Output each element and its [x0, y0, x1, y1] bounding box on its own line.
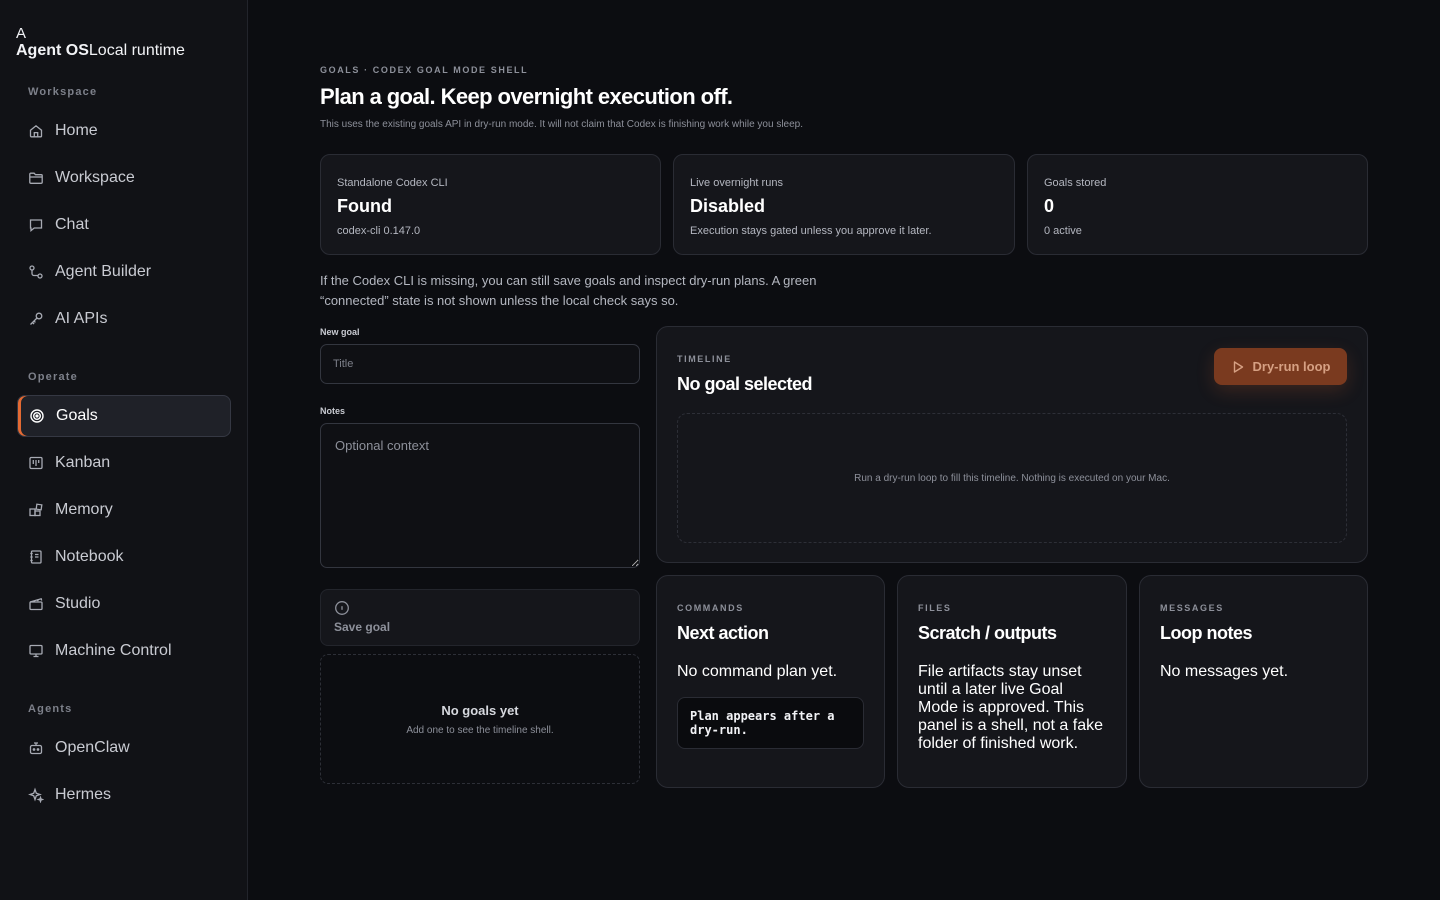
sidebar-item-kanban[interactable]: Kanban [17, 442, 231, 484]
play-icon [1233, 360, 1243, 373]
sidebar-item-openclaw[interactable]: OpenClaw [17, 727, 231, 769]
new-goal-label: New goal [320, 327, 360, 337]
stat-detail: Execution stays gated unless you approve… [690, 225, 932, 237]
timeline-panel: TIMELINE No goal selected Dry-run loop R… [656, 326, 1368, 563]
sidebar-item-label: AI APIs [55, 310, 108, 327]
plus-circle-icon [335, 601, 349, 615]
sidebar-item-notebook[interactable]: Notebook [17, 536, 231, 578]
nodes-icon [29, 265, 43, 279]
goals-empty-state: No goals yet Add one to see the timeline… [320, 654, 640, 784]
commands-body: No command plan yet. [677, 663, 838, 680]
sidebar-item-label: Hermes [55, 786, 112, 803]
messages-eyebrow: MESSAGES [1160, 603, 1224, 613]
sidebar-item-label: Agent Builder [55, 263, 152, 280]
commands-panel: COMMANDS Next action No command plan yet… [656, 575, 885, 788]
kanban-icon [29, 456, 43, 470]
sparkle-icon [28, 787, 44, 803]
stat-value: 0 [1044, 196, 1055, 216]
notes-textarea[interactable] [320, 423, 640, 568]
files-title: Scratch / outputs [918, 623, 1057, 643]
sidebar-item-label: Workspace [55, 169, 135, 186]
save-goal-label: Save goal [334, 620, 391, 634]
section-label-workspace: Workspace [28, 86, 98, 98]
sidebar-item-label: Kanban [55, 454, 111, 471]
notebook-icon [30, 550, 42, 564]
key-icon [30, 312, 43, 325]
target-icon [30, 409, 44, 423]
stat-card-codex-cli: Standalone Codex CLI Found codex-cli 0.1… [320, 154, 661, 255]
dry-run-loop-button[interactable]: Dry-run loop [1214, 348, 1347, 385]
studio-icon [29, 597, 43, 611]
sidebar-item-home[interactable]: Home [17, 110, 231, 152]
stat-value: Found [337, 196, 392, 216]
sidebar-item-memory[interactable]: Memory [17, 489, 231, 531]
section-label-agents: Agents [28, 703, 73, 715]
stat-label: Live overnight runs [690, 177, 783, 189]
brand: A Agent OSLocal runtime [16, 26, 185, 60]
notes-label: Notes [320, 406, 346, 416]
stat-detail: codex-cli 0.147.0 [337, 225, 421, 237]
sidebar-item-agent-builder[interactable]: Agent Builder [17, 251, 231, 293]
messages-panel: MESSAGES Loop notes No messages yet. [1139, 575, 1368, 788]
sidebar-item-label: Machine Control [55, 642, 172, 659]
commands-title: Next action [677, 623, 769, 643]
brand-mark: A [16, 25, 27, 42]
cli-hint: If the Codex CLI is missing, you can sti… [320, 273, 817, 308]
files-body: File artifacts stay unset until a later … [918, 663, 1104, 752]
sidebar-item-label: Memory [55, 501, 113, 518]
goal-title-input[interactable] [320, 344, 640, 384]
save-goal-button[interactable]: Save goal [320, 589, 640, 646]
page-subtitle: This uses the existing goals API in dry-… [320, 119, 803, 130]
messages-body: No messages yet. [1160, 663, 1289, 680]
section-label-operate: Operate [28, 371, 78, 383]
stat-label: Goals stored [1044, 177, 1107, 189]
monitor-icon [29, 644, 43, 658]
sidebar-item-label: Chat [55, 216, 89, 233]
sidebar-item-studio[interactable]: Studio [17, 583, 231, 625]
empty-goals-title: No goals yet [441, 703, 519, 718]
files-eyebrow: FILES [918, 603, 952, 613]
files-panel: FILES Scratch / outputs File artifacts s… [897, 575, 1127, 788]
sidebar: A Agent OSLocal runtime Workspace Home W… [0, 0, 248, 900]
stat-detail: 0 active [1044, 225, 1082, 237]
stat-value: Disabled [690, 196, 766, 216]
stat-card-overnight-runs: Live overnight runs Disabled Execution s… [673, 154, 1015, 255]
page-title: Plan a goal. Keep overnight execution of… [320, 84, 733, 109]
home-icon [29, 124, 43, 138]
dry-run-loop-label: Dry-run loop [1252, 359, 1331, 374]
chat-icon [29, 219, 43, 232]
command-plan-code: Plan appears after a dry-run. [677, 697, 864, 749]
sidebar-item-label: Notebook [55, 548, 124, 565]
sidebar-item-workspace[interactable]: Workspace [17, 157, 231, 199]
sidebar-item-ai-apis[interactable]: AI APIs [17, 298, 231, 340]
sidebar-item-chat[interactable]: Chat [17, 204, 231, 246]
messages-title: Loop notes [1160, 623, 1253, 643]
memory-icon [29, 503, 43, 517]
brand-name: Agent OS [16, 42, 89, 59]
sidebar-item-label: Goals [56, 407, 98, 424]
sidebar-item-label: Studio [55, 595, 101, 612]
robot-icon [29, 742, 43, 755]
sidebar-item-machine-control[interactable]: Machine Control [17, 630, 231, 672]
stat-label: Standalone Codex CLI [337, 177, 448, 189]
timeline-empty-state: Run a dry-run loop to fill this timeline… [677, 413, 1347, 543]
sidebar-item-label: OpenClaw [55, 739, 130, 756]
folder-icon [29, 172, 43, 184]
empty-goals-subtitle: Add one to see the timeline shell. [406, 725, 554, 736]
sidebar-item-goals[interactable]: Goals [17, 395, 231, 437]
sidebar-item-label: Home [55, 122, 98, 139]
commands-eyebrow: COMMANDS [677, 603, 744, 613]
sidebar-item-hermes[interactable]: Hermes [17, 774, 231, 816]
page-eyebrow: GOALS · CODEX GOAL MODE SHELL [320, 65, 529, 75]
brand-tagline: Local runtime [88, 42, 185, 59]
stat-card-goals-stored: Goals stored 0 0 active [1027, 154, 1368, 255]
